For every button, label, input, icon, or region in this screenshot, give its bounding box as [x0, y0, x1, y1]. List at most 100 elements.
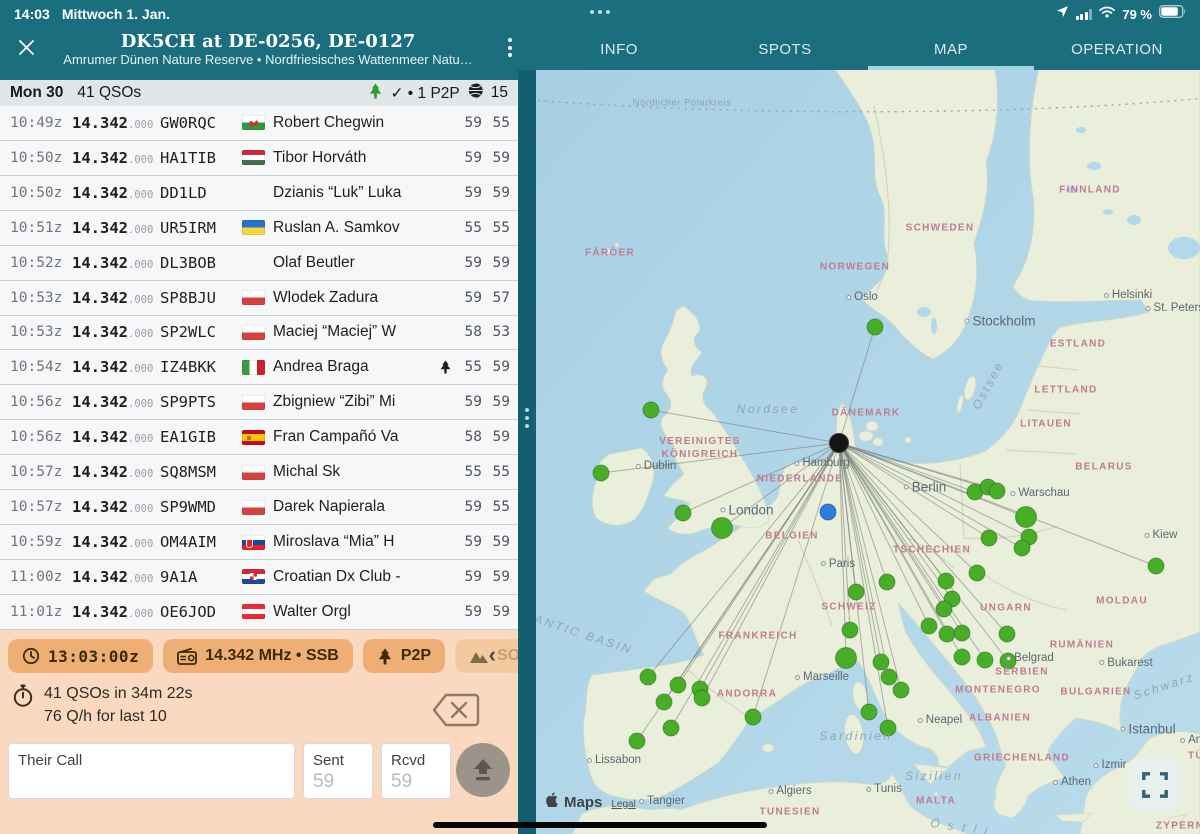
qso-row[interactable]: 10:52z 14.342.000 DL3BOB Olaf Beutler 59… — [0, 246, 518, 281]
contact-pin — [1014, 540, 1030, 556]
tab-info[interactable]: INFO — [536, 28, 702, 70]
qso-row[interactable]: 11:00z 14.342.000 9A1A Croatian Dx Club … — [0, 560, 518, 595]
qso-row[interactable]: 10:51z 14.342.000 UR5IRM Ruslan A. Samko… — [0, 211, 518, 246]
qso-time: 10:49z — [10, 115, 72, 131]
backspace-icon[interactable] — [432, 692, 480, 733]
tab-operation[interactable]: OPERATION — [1034, 28, 1200, 70]
qso-frequency: 14.342.000 — [72, 323, 160, 341]
qso-rst-rcvd: 59 — [482, 359, 510, 375]
tree-icon — [368, 83, 383, 104]
contact-pin — [745, 709, 761, 725]
chip-13-03-00z[interactable]: 13:03:00z — [8, 639, 153, 673]
contact-pin — [893, 682, 909, 698]
qso-row[interactable]: 10:56z 14.342.000 SP9PTS Zbigniew “Zibi”… — [0, 385, 518, 420]
qso-frequency: 14.342.000 — [72, 393, 160, 411]
qso-rst-sent: 55 — [454, 220, 482, 236]
qso-time: 10:52z — [10, 255, 72, 271]
rst-sent-input[interactable]: Sent 59 — [303, 743, 373, 799]
home-indicator[interactable] — [433, 822, 767, 828]
qso-rst-rcvd: 55 — [482, 220, 510, 236]
qso-frequency: 14.342.000 — [72, 219, 160, 237]
log-panel: Mon 30 41 QSOs ✓ • 1 P2P 15 10:49z 14.34… — [0, 70, 518, 834]
qso-callsign: 9A1A — [160, 568, 242, 586]
qso-time: 10:56z — [10, 394, 72, 410]
qso-row[interactable]: 10:53z 14.342.000 SP8BJU Wlodek Zadura 5… — [0, 281, 518, 316]
station-pin — [830, 434, 849, 453]
log-dx-count: 15 — [491, 84, 508, 102]
qso-row[interactable]: 10:50z 14.342.000 DD1LD Dzianis “Luk” Lu… — [0, 176, 518, 211]
contact-pin — [989, 483, 1005, 499]
chip-sota[interactable]: SOTA — [455, 639, 518, 673]
qso-rst-sent: 58 — [454, 324, 482, 340]
qso-row[interactable]: 10:56z 14.342.000 EA1GIB Fran Campañó Va… — [0, 420, 518, 455]
battery-icon — [1159, 5, 1186, 23]
contact-pin — [939, 626, 955, 642]
panel-divider[interactable] — [518, 70, 536, 834]
qso-rst-sent: 59 — [454, 290, 482, 306]
kebab-menu-icon[interactable] — [508, 38, 512, 57]
close-icon[interactable] — [18, 39, 35, 61]
qso-rst-sent: 55 — [454, 464, 482, 480]
qso-rst-rcvd: 55 — [482, 464, 510, 480]
qso-time: 10:51z — [10, 220, 72, 236]
qso-row[interactable]: 10:54z 14.342.000 IZ4BKK Andrea Braga 55… — [0, 350, 518, 385]
mountain-icon — [469, 649, 489, 664]
battery-percent: 79 % — [1122, 7, 1152, 22]
tab-bar: INFOSPOTSMAPOPERATION — [536, 28, 1200, 70]
fullscreen-button[interactable] — [1128, 758, 1182, 812]
tab-spots[interactable]: SPOTS — [702, 28, 868, 70]
contact-pin — [1016, 507, 1037, 528]
qso-time: 10:57z — [10, 464, 72, 480]
qso-path-line — [700, 443, 839, 689]
qso-row[interactable]: 10:49z 14.342.000 GW0RQC Robert Chegwin … — [0, 106, 518, 141]
status-date: Mittwoch 1. Jan. — [62, 6, 170, 22]
qso-operator-name: Olaf Beutler — [273, 254, 436, 272]
country-flag-icon — [242, 150, 265, 165]
qso-frequency: 14.342.000 — [72, 254, 160, 272]
qso-callsign: SP2WLC — [160, 323, 242, 341]
map-view[interactable]: FÄRÖERNORWEGENSCHWEDENFINNLANDESTLANDLET… — [536, 70, 1200, 834]
qso-rst-rcvd: 53 — [482, 324, 510, 340]
contact-pin — [981, 530, 997, 546]
contact-pin — [643, 402, 659, 418]
qso-frequency: 14.342.000 — [72, 184, 160, 202]
qso-rst-rcvd: 57 — [482, 290, 510, 306]
qso-rst-sent: 59 — [454, 604, 482, 620]
rst-rcvd-input[interactable]: Rcvd 59 — [381, 743, 451, 799]
chips-scroll-chevron-icon[interactable]: ‹ — [489, 644, 496, 666]
country-flag-icon — [242, 360, 265, 375]
qso-rst-rcvd: 55 — [482, 499, 510, 515]
location-arrow-icon — [1056, 5, 1069, 23]
status-bar: 14:03 Mittwoch 1. Jan. 79 % — [0, 0, 1200, 28]
qso-row[interactable]: 10:59z 14.342.000 OM4AIM Miroslava “Mia”… — [0, 525, 518, 560]
qso-frequency: 14.342.000 — [72, 428, 160, 446]
clock-icon — [22, 647, 40, 665]
qso-rst-sent: 59 — [454, 115, 482, 131]
contact-pin — [670, 677, 686, 693]
qso-row[interactable]: 10:57z 14.342.000 SP9WMD Darek Napierala… — [0, 490, 518, 525]
log-qso-count: 41 QSOs — [77, 84, 141, 102]
multitasking-dots-icon — [590, 10, 610, 14]
contact-pin — [1148, 558, 1164, 574]
tab-map[interactable]: MAP — [868, 28, 1034, 70]
chip-14-342-mhz-ssb[interactable]: 14.342 MHz • SSB — [163, 639, 353, 673]
tree-icon — [377, 648, 393, 665]
country-flag-icon — [242, 569, 265, 584]
qso-frequency: 14.342.000 — [72, 568, 160, 586]
qso-rst-sent: 59 — [454, 185, 482, 201]
contact-pin — [954, 649, 970, 665]
qso-row[interactable]: 10:50z 14.342.000 HA1TIB Tibor Horváth 5… — [0, 141, 518, 176]
qso-frequency: 14.342.000 — [72, 289, 160, 307]
upload-icon — [470, 757, 496, 783]
log-qso-button[interactable] — [456, 743, 510, 797]
qso-rst-rcvd: 59 — [482, 185, 510, 201]
qso-row[interactable]: 10:53z 14.342.000 SP2WLC Maciej “Maciej”… — [0, 316, 518, 351]
qso-row[interactable]: 11:01z 14.342.000 OE6JOD Walter Orgl 59 … — [0, 595, 518, 630]
qso-frequency: 14.342.000 — [72, 533, 160, 551]
map-legal-link[interactable]: Legal — [611, 799, 635, 810]
qso-row[interactable]: 10:57z 14.342.000 SQ8MSM Michal Sk 55 55 — [0, 455, 518, 490]
their-call-input[interactable]: Their Call — [8, 743, 295, 799]
drag-handle-icon[interactable] — [525, 408, 529, 428]
chip-p2p[interactable]: P2P — [363, 639, 445, 673]
qso-operator-name: Darek Napierala — [273, 498, 436, 516]
